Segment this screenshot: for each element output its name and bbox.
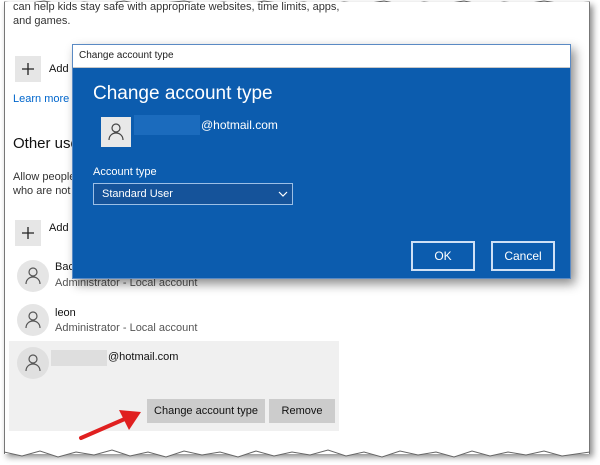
change-account-type-dialog: Change account type Change account type …: [72, 44, 571, 279]
learn-more-link[interactable]: Learn more: [13, 93, 69, 105]
dialog-heading: Change account type: [93, 83, 273, 105]
account-role: Administrator - Local account: [55, 322, 197, 334]
user-icon: [25, 354, 41, 372]
plus-icon: [22, 227, 34, 239]
avatar: [17, 347, 49, 379]
add-family-button[interactable]: [15, 56, 41, 82]
redacted-email-prefix: [134, 115, 200, 135]
account-row[interactable]: leon Administrator - Local account: [13, 302, 343, 338]
intro-text: can help kids stay safe with appropriate…: [13, 2, 343, 28]
account-type-value: Standard User: [102, 188, 173, 200]
ok-button[interactable]: OK: [411, 241, 475, 271]
account-name: leon: [55, 307, 76, 319]
add-someone-button[interactable]: [15, 220, 41, 246]
dialog-titlebar: Change account type: [73, 45, 570, 68]
red-arrow: [77, 404, 145, 444]
dialog-avatar: [101, 117, 131, 147]
user-icon: [108, 123, 124, 141]
user-icon: [25, 267, 41, 285]
dialog-email: @hotmail.com: [201, 118, 278, 132]
account-email: @hotmail.com: [108, 351, 178, 363]
other-users-description: Allow people who are not part of your fa…: [13, 170, 77, 198]
dialog-window-title: Change account type: [79, 50, 174, 61]
cancel-button[interactable]: Cancel: [491, 241, 555, 271]
account-type-select[interactable]: Standard User: [93, 183, 293, 205]
plus-icon: [22, 63, 34, 75]
redacted-name: [51, 350, 107, 366]
torn-edge-bottom: [4, 448, 590, 460]
avatar: [17, 260, 49, 292]
avatar: [17, 304, 49, 336]
change-account-type-button[interactable]: Change account type: [147, 399, 265, 423]
other-users-heading: Other users: [13, 135, 75, 152]
account-type-label: Account type: [93, 166, 157, 178]
account-row-selected[interactable]: @hotmail.com Change account type Remove: [9, 341, 339, 431]
chevron-down-icon: [278, 191, 288, 198]
user-icon: [25, 311, 41, 329]
remove-button[interactable]: Remove: [269, 399, 335, 423]
